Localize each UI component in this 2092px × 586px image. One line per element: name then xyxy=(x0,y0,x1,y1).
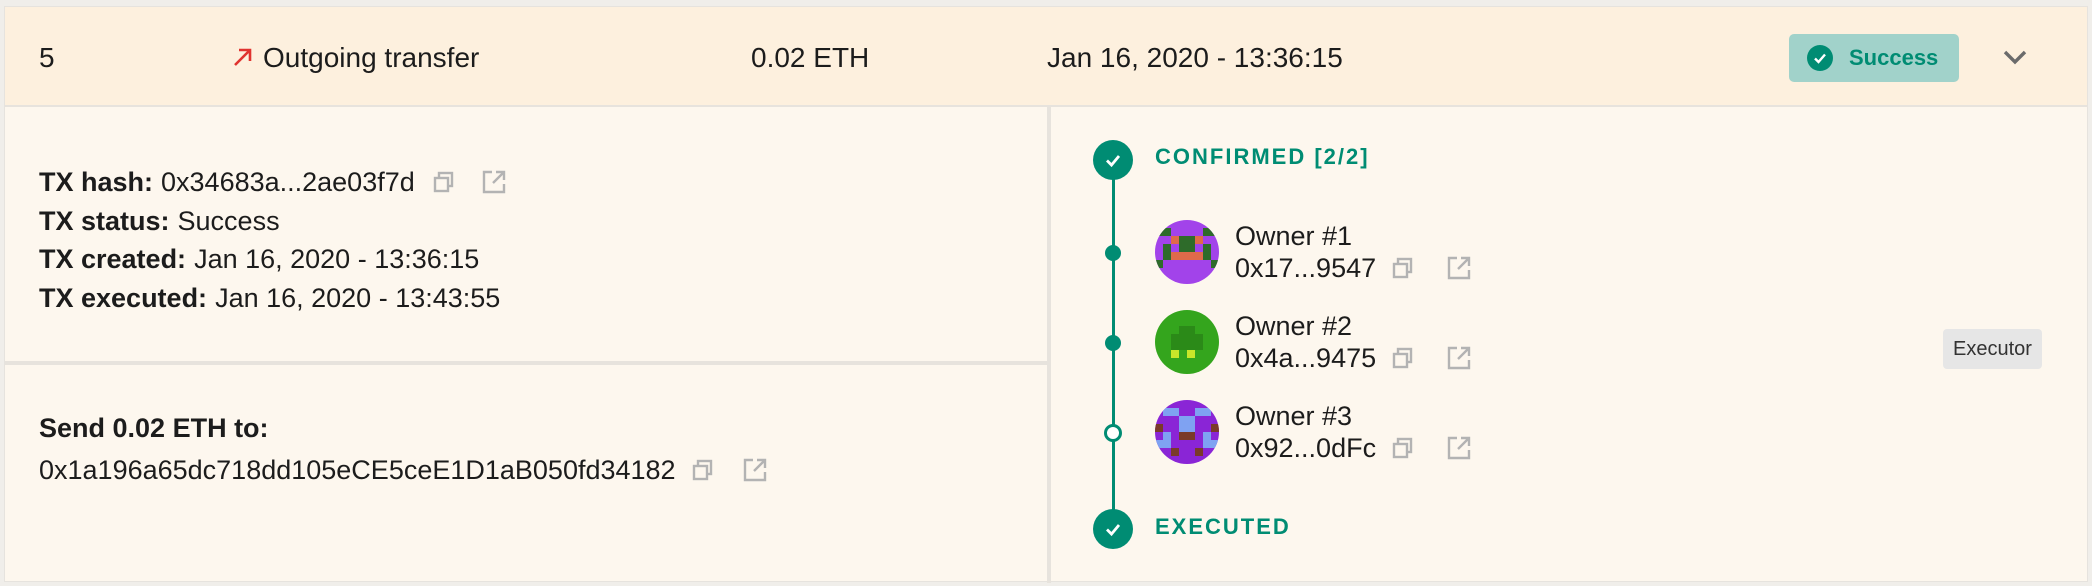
copy-icon[interactable] xyxy=(688,455,718,485)
external-link-icon[interactable] xyxy=(1444,253,1474,283)
tx-executed-value: Jan 16, 2020 - 13:43:55 xyxy=(215,282,501,313)
tx-type-label: Outgoing transfer xyxy=(263,42,480,73)
owner-name: Owner #1 xyxy=(1235,221,1353,251)
avatar xyxy=(1155,400,1219,464)
tx-hash-line: TX hash: 0x34683a...2ae03f7d xyxy=(39,163,509,202)
external-link-icon[interactable] xyxy=(1444,433,1474,463)
tx-type: Outgoing transfer xyxy=(231,41,479,75)
tx-info: TX hash: 0x34683a...2ae03f7d TX status: … xyxy=(39,163,509,317)
chevron-down-icon[interactable] xyxy=(1995,37,2035,77)
tx-created-label: TX created: xyxy=(39,244,187,274)
owner-text: Owner #3 0x92...0dFc xyxy=(1235,400,1474,464)
tx-executed-label: TX executed: xyxy=(39,282,208,313)
executor-button[interactable]: Executor xyxy=(1943,329,2042,369)
tx-info-section: TX hash: 0x34683a...2ae03f7d TX status: … xyxy=(5,107,1047,365)
tx-created-value: Jan 16, 2020 - 13:36:15 xyxy=(194,244,480,274)
owner-name: Owner #3 xyxy=(1235,401,1353,431)
tx-created-line: TX created: Jan 16, 2020 - 13:36:15 xyxy=(39,240,509,279)
external-link-icon[interactable] xyxy=(740,455,770,485)
owner-address-line: 0x92...0dFc xyxy=(1235,432,1474,464)
avatar xyxy=(1155,310,1219,374)
send-section: Send 0.02 ETH to: 0x1a196a65dc718dd105eC… xyxy=(39,407,770,491)
check-circle-icon xyxy=(1093,140,1133,180)
copy-icon[interactable] xyxy=(1388,253,1418,283)
tx-status-value: Success xyxy=(177,205,280,236)
copy-icon[interactable] xyxy=(1388,433,1418,463)
executed-label: EXECUTED xyxy=(1155,514,1291,539)
owner-address: 0x92...0dFc xyxy=(1235,433,1377,463)
transaction-panel: 5 Outgoing transfer 0.02 ETH Jan 16, 202… xyxy=(4,6,2088,583)
tx-status-label: TX status: xyxy=(39,205,170,236)
avatar xyxy=(1155,220,1219,284)
check-circle-icon xyxy=(1093,509,1133,549)
timeline-dot xyxy=(1105,335,1121,351)
tx-executed-line: TX executed: Jan 16, 2020 - 13:43:55 xyxy=(39,279,509,318)
panel-divider xyxy=(1047,107,1051,583)
owner-text: Owner #1 0x17...9547 xyxy=(1235,220,1474,284)
tx-date: Jan 16, 2020 - 13:36:15 xyxy=(1047,42,1343,73)
arrow-outgoing-icon xyxy=(231,41,255,75)
timeline-dot-pending xyxy=(1104,424,1122,442)
tx-hash-label: TX hash: xyxy=(39,167,154,197)
recipient-address: 0x1a196a65dc718dd105eCE5ceE1D1aB050fd341… xyxy=(39,455,676,485)
send-title: Send 0.02 ETH to: xyxy=(39,413,269,443)
owner-text: Owner #2 0x4a...9475 xyxy=(1235,310,1474,374)
owner-item: Owner #2 0x4a...9475 xyxy=(1155,310,1474,374)
transaction-row[interactable]: 5 Outgoing transfer 0.02 ETH Jan 16, 202… xyxy=(5,7,2087,107)
owner-address-line: 0x4a...9475 xyxy=(1235,342,1474,374)
owner-name: Owner #2 xyxy=(1235,311,1353,341)
timeline-line xyxy=(1112,167,1115,539)
owner-item: Owner #1 0x17...9547 xyxy=(1155,220,1474,284)
timeline-dot xyxy=(1105,245,1121,261)
recipient-address-line: 0x1a196a65dc718dd105eCE5ceE1D1aB050fd341… xyxy=(39,449,770,491)
external-link-icon[interactable] xyxy=(479,167,509,197)
owner-address: 0x17...9547 xyxy=(1235,253,1377,283)
status-badge: Success xyxy=(1789,34,1959,82)
copy-icon[interactable] xyxy=(429,167,459,197)
check-circle-icon xyxy=(1807,45,1833,71)
owner-item: Owner #3 0x92...0dFc xyxy=(1155,400,1474,464)
tx-id: 5 xyxy=(39,42,55,73)
owner-address: 0x4a...9475 xyxy=(1235,343,1377,373)
tx-hash-value: 0x34683a...2ae03f7d xyxy=(161,167,415,197)
tx-status-line: TX status: Success xyxy=(39,202,509,241)
status-badge-label: Success xyxy=(1849,45,1939,70)
external-link-icon[interactable] xyxy=(1444,343,1474,373)
confirmed-label: CONFIRMED [2/2] xyxy=(1155,144,1370,169)
tx-amount: 0.02 ETH xyxy=(751,42,870,73)
owner-address-line: 0x17...9547 xyxy=(1235,252,1474,284)
copy-icon[interactable] xyxy=(1388,343,1418,373)
